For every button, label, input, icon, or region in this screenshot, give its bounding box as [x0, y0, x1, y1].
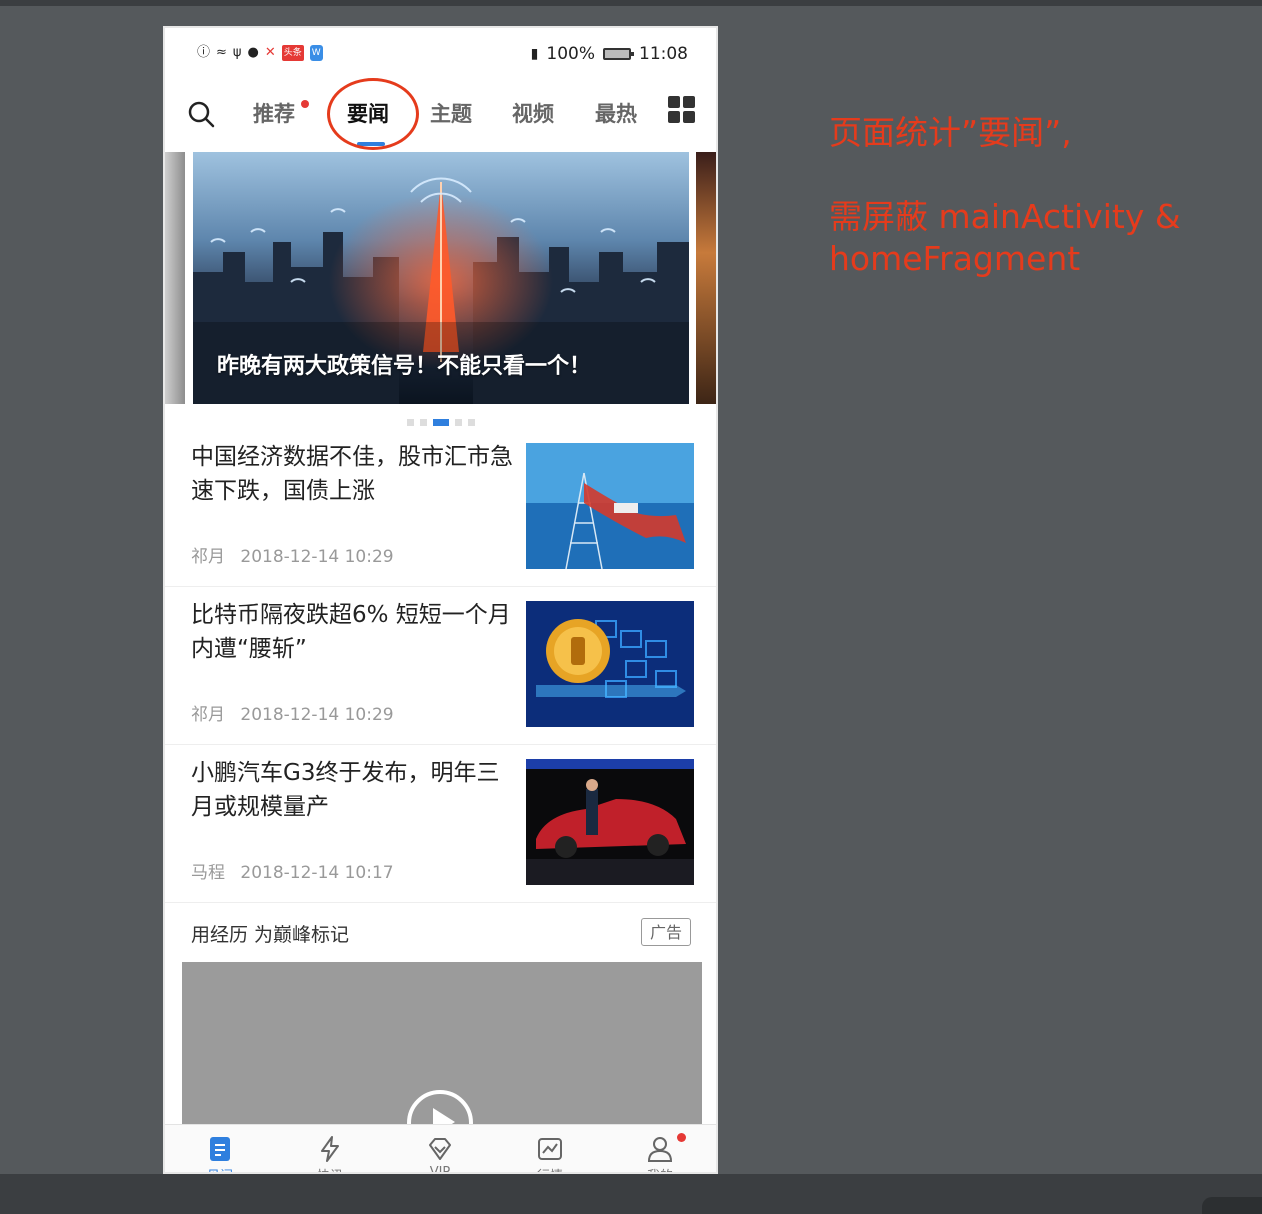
- news-list-item[interactable]: 小鹏汽车G3终于发布，明年三月或规模量产 马程 2018-12-14 10:17: [165, 744, 716, 903]
- annotation-line-3: homeFragment: [829, 239, 1081, 278]
- nav-label: 快讯: [275, 1165, 385, 1172]
- ad-video[interactable]: [182, 962, 702, 1132]
- wifi-icon: ≈: [216, 45, 227, 60]
- carousel-dot-active: [432, 419, 449, 426]
- tab-topics[interactable]: 主题: [430, 98, 472, 128]
- article-time: 2018-12-14 10:29: [240, 705, 394, 725]
- channel-tabs: 推荐 要闻 主题 视频 最热: [165, 88, 716, 152]
- article-thumbnail: [526, 601, 694, 727]
- article-author: 祁月: [191, 547, 225, 567]
- usb-icon: ψ: [232, 45, 242, 60]
- tab-video[interactable]: 视频: [512, 98, 554, 128]
- vibrate-icon: ▮: [530, 46, 539, 62]
- article-thumbnail: [526, 443, 694, 569]
- shield-icon: ●: [247, 45, 259, 60]
- notification-dot: [677, 1133, 686, 1142]
- carousel-dot: [419, 419, 427, 426]
- tab-hottest[interactable]: 最热: [595, 98, 637, 128]
- ad-header[interactable]: 用经历 为巅峰标记 广告: [165, 902, 716, 960]
- article-time: 2018-12-14 10:29: [240, 547, 394, 567]
- ad-title: 用经历 为巅峰标记: [191, 924, 350, 946]
- battery-percent: 100%: [546, 44, 595, 64]
- article-title: 小鹏汽车G3终于发布，明年三月或规模量产: [191, 760, 500, 820]
- nav-flash[interactable]: 快讯: [275, 1125, 385, 1172]
- chart-icon: [538, 1138, 562, 1160]
- app-badge: W: [309, 45, 323, 61]
- nav-vip[interactable]: VIP: [385, 1125, 495, 1174]
- annotation-circle: [327, 78, 419, 150]
- news-list-item[interactable]: 中国经济数据不佳，股市汇市急速下跌，国债上涨 祁月 2018-12-14 10:…: [165, 428, 716, 587]
- banner-prev-slide: [165, 152, 185, 404]
- banner-slide[interactable]: 昨晚有两大政策信号！不能只看一个！: [193, 152, 689, 404]
- nav-me[interactable]: 我的: [605, 1125, 715, 1172]
- article-title: 中国经济数据不佳，股市汇市急速下跌，国债上涨: [191, 444, 513, 504]
- user-icon: [647, 1137, 673, 1162]
- status-icons-right: ▮ 100% 11:08: [531, 44, 688, 64]
- tab-recommend-dot: [301, 100, 309, 108]
- news-icon: [210, 1137, 230, 1161]
- carousel-indicator: [165, 412, 716, 426]
- annotation-line-2: 需屏蔽 mainActivity &: [829, 197, 1181, 236]
- search-icon[interactable]: [187, 100, 215, 128]
- article-author: 祁月: [191, 705, 225, 725]
- article-author: 马程: [191, 863, 225, 883]
- nav-label: VIP: [429, 1165, 451, 1174]
- battery-icon: [603, 48, 634, 60]
- tab-recommend[interactable]: 推荐: [253, 98, 295, 128]
- nav-news[interactable]: 见闻: [165, 1125, 275, 1172]
- corner-widget[interactable]: [1202, 1197, 1262, 1214]
- alert-icon: ⓘ: [197, 45, 211, 60]
- carousel-dot: [467, 419, 475, 426]
- annotation-line-1: 页面统计”要闻”,: [829, 113, 1072, 152]
- article-meta: 祁月 2018-12-14 10:29: [191, 700, 394, 725]
- article-time: 2018-12-14 10:17: [240, 863, 394, 883]
- ad-badge: 广告: [641, 918, 691, 946]
- nav-label: 我的: [605, 1165, 715, 1172]
- channel-grid-icon[interactable]: [668, 96, 696, 124]
- carousel-dot: [406, 419, 414, 426]
- toutiao-badge: 头条: [281, 45, 304, 61]
- article-meta: 祁月 2018-12-14 10:29: [191, 542, 394, 567]
- close-notification-icon: ✕: [264, 45, 276, 60]
- clock: 11:08: [639, 44, 688, 64]
- article-meta: 马程 2018-12-14 10:17: [191, 858, 394, 883]
- banner-carousel[interactable]: 昨晚有两大政策信号！不能只看一个！: [165, 152, 716, 404]
- status-bar: ⓘ ≈ ψ ● ✕ 头条 W ▮ 100% 11:08: [165, 28, 716, 80]
- news-list-item[interactable]: 比特币隔夜跌超6% 短短一个月内遭“腰斩” 祁月 2018-12-14 10:2…: [165, 586, 716, 745]
- nav-label: 行情: [495, 1165, 605, 1172]
- banner-next-slide: [696, 152, 716, 404]
- nav-label: 见闻: [165, 1165, 275, 1172]
- phone-screen: ⓘ ≈ ψ ● ✕ 头条 W ▮ 100% 11:08 推荐 要闻 主题 视频 …: [163, 26, 718, 1174]
- status-icons-left: ⓘ ≈ ψ ● ✕ 头条 W: [197, 45, 323, 61]
- window-top-bar: [0, 0, 1262, 6]
- bottom-navigation: 见闻 快讯 VIP 行情: [165, 1124, 716, 1174]
- banner-title: 昨晚有两大政策信号！不能只看一个！: [217, 354, 592, 379]
- article-title: 比特币隔夜跌超6% 短短一个月内遭“腰斩”: [191, 602, 511, 662]
- lightning-icon: [321, 1136, 339, 1162]
- carousel-dot: [454, 419, 462, 426]
- window-bottom-bar: [0, 1174, 1262, 1214]
- diamond-icon: [429, 1138, 451, 1160]
- nav-market[interactable]: 行情: [495, 1125, 605, 1172]
- article-thumbnail: [526, 759, 694, 885]
